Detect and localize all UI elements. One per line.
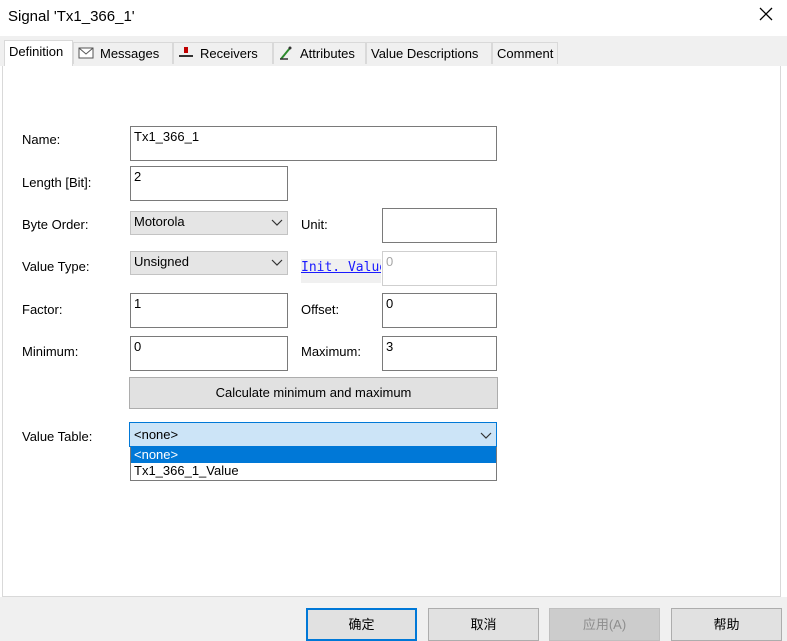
byte-order-label: Byte Order: <box>22 217 89 232</box>
init-value-field: 0 <box>382 251 497 286</box>
value-type-value: Unsigned <box>134 254 189 269</box>
value-type-label: Value Type: <box>22 259 90 274</box>
chevron-down-icon <box>271 219 283 226</box>
value-type-select[interactable]: Unsigned <box>130 251 288 275</box>
unit-field[interactable] <box>382 208 497 243</box>
panel-edge <box>780 92 781 597</box>
minimum-label: Minimum: <box>22 344 79 359</box>
tab-value-descriptions[interactable]: Value Descriptions <box>366 42 492 64</box>
length-field[interactable]: 2 <box>130 166 288 201</box>
name-field[interactable]: Tx1_366_1 <box>130 126 497 161</box>
tab-label: Attributes <box>300 46 355 61</box>
apply-button: 应用(A) <box>549 608 660 641</box>
value-table-value: <none> <box>134 427 179 442</box>
tab-attributes[interactable]: Attributes <box>273 42 366 64</box>
value-table-select[interactable]: <none> <box>129 422 497 447</box>
receiver-icon <box>179 47 193 57</box>
tab-label: Definition <box>9 44 64 59</box>
calculate-min-max-button[interactable]: Calculate minimum and maximum <box>129 377 498 409</box>
chevron-down-icon <box>271 259 283 266</box>
init-value-link[interactable]: Init. Value <box>301 259 381 283</box>
attributes-icon <box>280 46 292 60</box>
factor-label: Factor: <box>22 302 63 317</box>
tab-messages[interactable]: Messages <box>73 42 173 64</box>
byte-order-value: Motorola <box>134 214 185 229</box>
ok-button[interactable]: 确定 <box>306 608 417 641</box>
tab-label: Messages <box>100 46 160 61</box>
dropdown-option[interactable]: <none> <box>131 447 496 463</box>
offset-field[interactable]: 0 <box>382 293 497 328</box>
minimum-field[interactable]: 0 <box>130 336 288 371</box>
help-button[interactable]: 帮助 <box>671 608 782 641</box>
value-table-label: Value Table: <box>22 429 93 444</box>
cancel-button[interactable]: 取消 <box>428 608 539 641</box>
maximum-label: Maximum: <box>301 344 361 359</box>
tab-label: Comment <box>497 46 554 61</box>
value-table-dropdown: <none> Tx1_366_1_Value <box>130 447 497 481</box>
close-icon[interactable] <box>758 6 774 22</box>
unit-label: Unit: <box>301 217 328 232</box>
tab-comment[interactable]: Comment <box>492 42 558 64</box>
name-label: Name: <box>22 132 61 147</box>
tab-label: Value Descriptions <box>371 46 479 61</box>
maximum-field[interactable]: 3 <box>382 336 497 371</box>
tab-receivers[interactable]: Receivers <box>173 42 273 64</box>
factor-field[interactable]: 1 <box>130 293 288 328</box>
tab-label: Receivers <box>200 46 258 61</box>
length-label: Length [Bit]: <box>22 175 92 190</box>
byte-order-select[interactable]: Motorola <box>130 211 288 235</box>
envelope-icon <box>78 47 94 59</box>
tab-definition[interactable]: Definition <box>4 40 73 67</box>
dropdown-option[interactable]: Tx1_366_1_Value <box>131 463 496 479</box>
window-title: Signal 'Tx1_366_1' <box>8 8 135 25</box>
offset-label: Offset: <box>301 302 340 317</box>
chevron-down-icon <box>480 432 492 439</box>
